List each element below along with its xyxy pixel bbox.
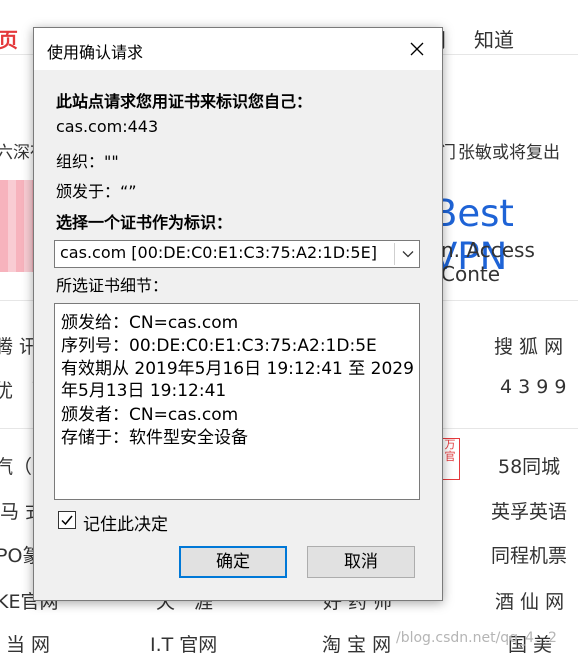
- chevron-down-icon: [402, 251, 414, 258]
- select-divider: [394, 243, 395, 265]
- news-link-right[interactable]: 张敏或将复出: [458, 138, 560, 163]
- site-link[interactable]: 当 网: [6, 630, 50, 657]
- close-button[interactable]: [396, 31, 438, 67]
- watermark: /blog.csdn.net/qq_4…2: [396, 630, 557, 646]
- nav-item-zhidao[interactable]: 知道: [474, 24, 514, 53]
- detail-line: 序列号：00:DE:C0:E1:C3:75:A2:1D:5E: [61, 336, 377, 356]
- site-address: cas.com:443: [56, 117, 159, 136]
- issuer-label: 颁发于：“”: [56, 182, 137, 201]
- selected-certificate: cas.com [00:DE:C0:E1:C3:75:A2:1D:5E]: [60, 243, 377, 262]
- detail-line: 年5月13日 19:12:41: [61, 381, 227, 401]
- site-link[interactable]: 58同城: [498, 452, 560, 479]
- details-label: 所选证书细节：: [56, 276, 169, 295]
- choose-cert-label: 选择一个证书作为标识：: [56, 213, 233, 232]
- certificate-select[interactable]: cas.com [00:DE:C0:E1:C3:75:A2:1D:5E]: [54, 240, 420, 268]
- remember-decision-label: 记住此决定: [83, 515, 168, 535]
- request-heading: 此站点请求您用证书来标识您自己：: [56, 92, 313, 111]
- site-link[interactable]: 同程机票: [491, 541, 567, 568]
- close-icon: [410, 42, 424, 56]
- site-link[interactable]: 4 3 9 9: [500, 376, 566, 398]
- site-link[interactable]: 淘 宝 网: [322, 630, 391, 657]
- organization-label: 组织："": [56, 152, 119, 171]
- site-link[interactable]: I.T 官网: [150, 630, 217, 657]
- detail-line: 存储于：软件型安全设备: [61, 428, 248, 448]
- banner-access-text: n. Access Conte: [441, 238, 535, 286]
- checkmark-icon: [61, 515, 73, 526]
- remember-decision-checkbox[interactable]: [58, 511, 76, 529]
- detail-line: 颁发者：CN=cas.com: [61, 405, 239, 425]
- hot-badge: 万官: [440, 438, 460, 480]
- detail-line: 颁发给：CN=cas.com: [61, 313, 239, 333]
- site-link[interactable]: 英孚英语: [491, 497, 567, 524]
- site-link[interactable]: 酒 仙 网: [495, 587, 564, 614]
- nav-item-home[interactable]: 页: [0, 24, 18, 53]
- dialog-titlebar[interactable]: 使用确认请求: [34, 28, 442, 70]
- ok-button[interactable]: 确定: [179, 546, 287, 578]
- dialog-title: 使用确认请求: [47, 43, 144, 62]
- cancel-button[interactable]: 取消: [307, 546, 415, 578]
- certificate-request-dialog: 使用确认请求 此站点请求您用证书来标识您自己： cas.com:443 组织："…: [33, 27, 443, 601]
- site-link[interactable]: 搜 狐 网: [494, 332, 563, 359]
- certificate-details-box[interactable]: 颁发给：CN=cas.com 序列号：00:DE:C0:E1:C3:75:A2:…: [54, 303, 420, 500]
